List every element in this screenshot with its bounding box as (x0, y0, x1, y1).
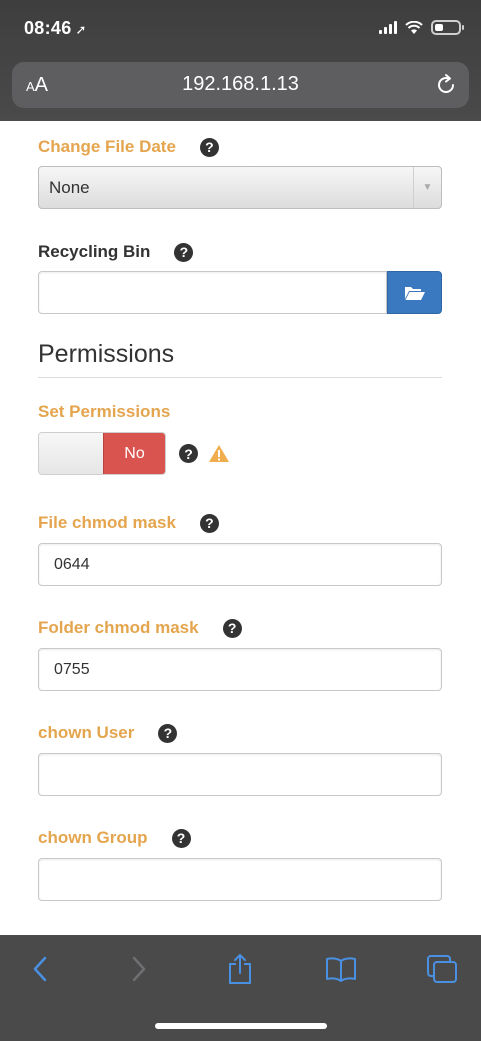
chown-user-input[interactable] (38, 753, 442, 796)
permissions-heading: Permissions (38, 340, 442, 378)
forward-icon (132, 956, 146, 982)
forward-button[interactable] (121, 951, 157, 987)
file-chmod-input[interactable]: 0644 (38, 543, 442, 586)
chevron-down-icon: ▼ (413, 167, 441, 208)
file-chmod-label: File chmod mask ? (38, 511, 219, 535)
help-icon[interactable]: ? (174, 242, 194, 262)
chown-group-input[interactable] (38, 858, 442, 901)
browse-folder-button[interactable] (387, 271, 442, 314)
address-bar[interactable]: AA 192.168.1.13 (12, 62, 469, 108)
set-permissions-group: Set Permissions (38, 400, 170, 424)
settings-form: Change File Date ? None ▼ Recycling Bin … (0, 121, 481, 935)
reload-icon[interactable] (433, 72, 459, 98)
help-icon[interactable]: ? (179, 444, 198, 463)
folder-chmod-input[interactable]: 0755 (38, 648, 442, 691)
bookmarks-icon (326, 957, 356, 982)
folder-open-icon (404, 286, 425, 300)
chown-group-label: chown Group ? (38, 826, 191, 850)
help-icon[interactable]: ? (199, 513, 219, 533)
change-file-date-group: Change File Date ? (38, 135, 219, 159)
home-indicator[interactable] (155, 1023, 327, 1029)
file-chmod-group: File chmod mask ? (38, 511, 219, 535)
back-icon (33, 956, 47, 982)
share-button[interactable] (222, 951, 258, 987)
set-permissions-toggle-row: No ? (38, 432, 230, 475)
help-icon[interactable]: ? (171, 828, 191, 848)
change-file-date-value: None (49, 177, 90, 197)
status-time-text: 08:46 (24, 18, 72, 38)
browser-top-bar: 08:46 ➚ AA 192.168.1.13 (0, 0, 481, 121)
recycling-bin-label: Recycling Bin ? (38, 240, 194, 264)
share-icon (229, 954, 251, 984)
warning-icon[interactable] (208, 444, 230, 463)
change-file-date-label: Change File Date ? (38, 135, 219, 159)
tabs-button[interactable] (424, 951, 460, 987)
switch-handle (39, 433, 103, 474)
help-icon[interactable]: ? (199, 137, 219, 157)
battery-icon (431, 20, 464, 35)
chown-user-group: chown User ? (38, 721, 178, 745)
folder-chmod-group: Folder chmod mask ? (38, 616, 242, 640)
cell-signal-icon (379, 21, 397, 34)
switch-state-no: No (103, 433, 165, 474)
bookmarks-button[interactable] (323, 951, 359, 987)
set-permissions-label: Set Permissions (38, 402, 171, 421)
recycling-bin-group: Recycling Bin ? (38, 240, 194, 264)
chown-user-label: chown User ? (38, 721, 178, 745)
recycling-bin-input-group (38, 271, 442, 314)
folder-chmod-label: Folder chmod mask ? (38, 616, 242, 640)
location-arrow-icon: ➚ (75, 22, 87, 37)
help-icon[interactable]: ? (158, 723, 178, 743)
back-button[interactable] (22, 951, 58, 987)
wifi-icon (405, 20, 423, 34)
change-file-date-select[interactable]: None ▼ (38, 166, 442, 209)
chown-group-group: chown Group ? (38, 826, 191, 850)
help-icon[interactable]: ? (222, 618, 242, 638)
url-text[interactable]: 192.168.1.13 (12, 73, 469, 96)
status-icons (379, 20, 464, 35)
status-time: 08:46 ➚ (24, 18, 87, 39)
recycling-bin-input[interactable] (38, 271, 387, 314)
tabs-icon (427, 955, 457, 983)
set-permissions-switch[interactable]: No (38, 432, 166, 475)
